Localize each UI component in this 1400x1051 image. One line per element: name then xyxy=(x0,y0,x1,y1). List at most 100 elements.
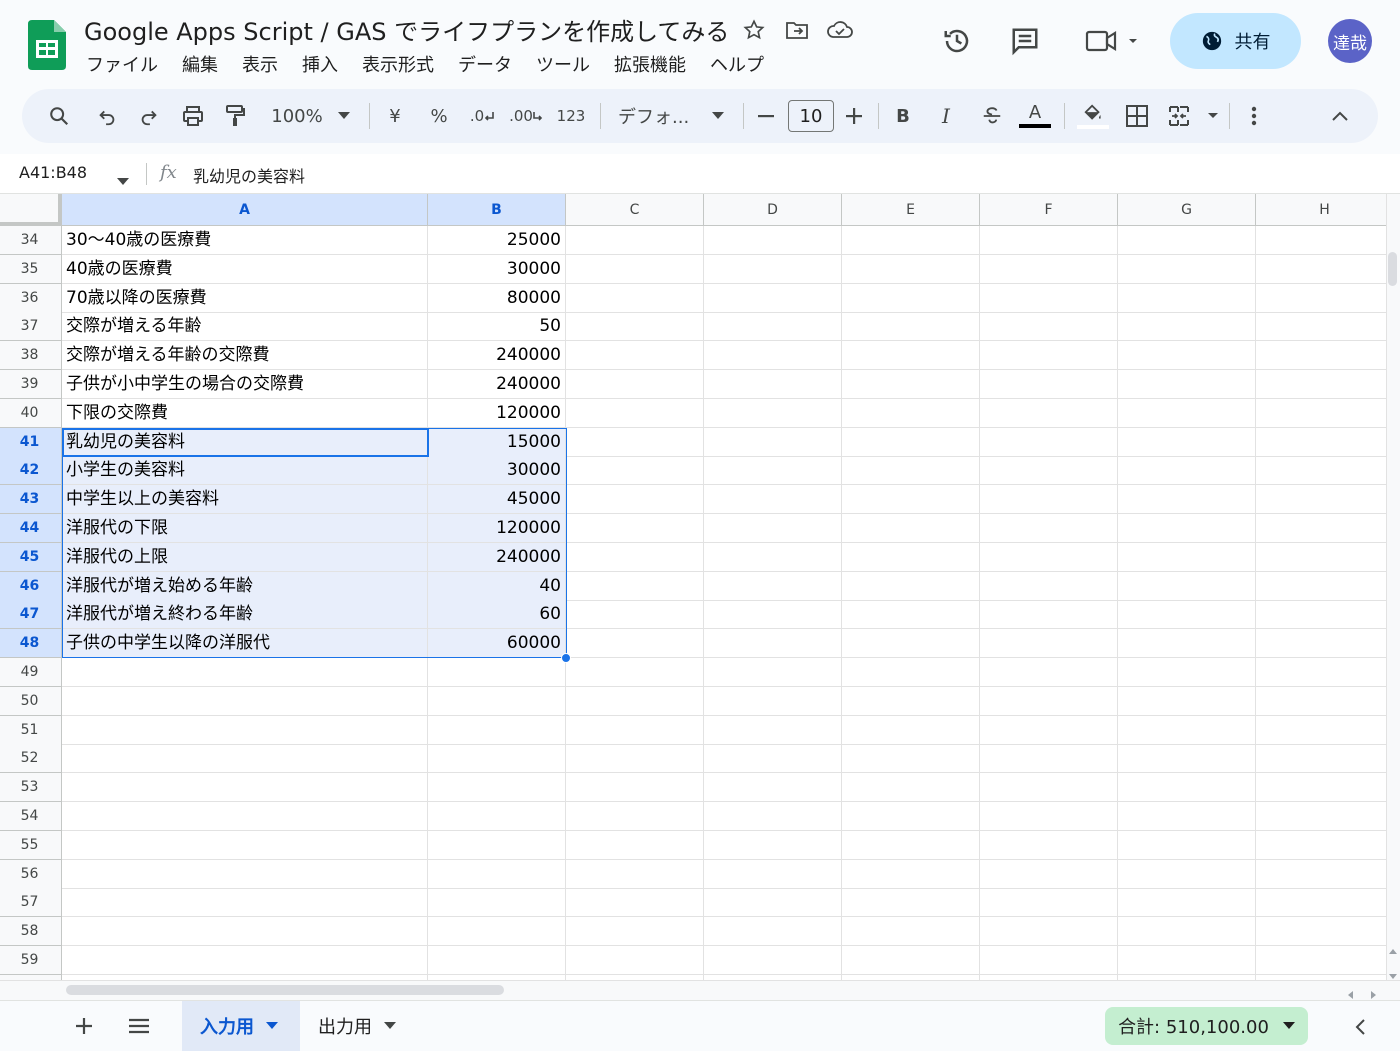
empty-cell[interactable] xyxy=(1256,572,1386,601)
paint-format-icon[interactable] xyxy=(220,89,250,143)
empty-cell[interactable] xyxy=(704,600,842,630)
empty-cell[interactable] xyxy=(1118,600,1256,630)
cell-a[interactable]: 洋服代の上限 xyxy=(62,542,428,572)
empty-cell[interactable] xyxy=(1256,543,1386,572)
empty-cell[interactable] xyxy=(1118,917,1256,947)
empty-cell[interactable] xyxy=(842,341,980,371)
empty-cell[interactable] xyxy=(566,312,704,342)
sheet-tab[interactable]: 入力用 xyxy=(182,1001,300,1051)
empty-cell[interactable] xyxy=(1118,226,1256,255)
cell-b[interactable]: 60000 xyxy=(428,629,566,659)
empty-cell[interactable] xyxy=(1256,514,1386,543)
empty-cell[interactable] xyxy=(980,283,1118,313)
empty-cell[interactable] xyxy=(566,888,704,918)
row-header[interactable]: 36 xyxy=(0,283,62,313)
empty-cell[interactable] xyxy=(980,370,1118,399)
empty-cell[interactable] xyxy=(842,370,980,399)
cell-a[interactable] xyxy=(62,946,428,975)
empty-cell[interactable] xyxy=(704,686,842,716)
empty-cell[interactable] xyxy=(842,542,980,572)
empty-cell[interactable] xyxy=(1118,773,1256,803)
fill-color-icon[interactable] xyxy=(1076,89,1110,143)
cell-b[interactable]: 40 xyxy=(428,571,566,601)
row-header[interactable]: 53 xyxy=(0,773,62,803)
zoom-dropdown-icon[interactable] xyxy=(334,89,354,143)
row-header[interactable]: 35 xyxy=(0,254,62,284)
version-history-icon[interactable] xyxy=(937,21,977,61)
sum-explore-chip[interactable]: 合計: 510,100.00 xyxy=(1105,1007,1308,1045)
empty-cell[interactable] xyxy=(980,744,1118,774)
empty-cell[interactable] xyxy=(704,629,842,659)
row-header[interactable]: 45 xyxy=(0,542,62,572)
empty-cell[interactable] xyxy=(1256,428,1386,457)
empty-cell[interactable] xyxy=(842,859,980,889)
cell-a[interactable]: 洋服代の下限 xyxy=(62,514,428,543)
cell-b[interactable] xyxy=(428,859,566,889)
empty-cell[interactable] xyxy=(704,859,842,889)
empty-cell[interactable] xyxy=(842,571,980,601)
row-header[interactable]: 55 xyxy=(0,830,62,860)
empty-cell[interactable] xyxy=(1256,658,1386,687)
document-title[interactable]: Google Apps Script / GAS でライフプランを作成してみる xyxy=(84,12,729,47)
empty-cell[interactable] xyxy=(566,370,704,399)
cell-a[interactable]: 交際が増える年齢の交際費 xyxy=(62,341,428,371)
column-header-f[interactable]: F xyxy=(980,194,1118,226)
empty-cell[interactable] xyxy=(980,686,1118,716)
empty-cell[interactable] xyxy=(1118,715,1256,745)
cell-b[interactable]: 120000 xyxy=(428,398,566,428)
cell-b[interactable] xyxy=(428,658,566,687)
font-family-select[interactable]: デフォ... xyxy=(618,89,694,143)
empty-cell[interactable] xyxy=(842,744,980,774)
row-header[interactable]: 47 xyxy=(0,600,62,630)
empty-cell[interactable] xyxy=(1118,888,1256,918)
menu-tools[interactable]: ツール xyxy=(524,52,602,80)
horizontal-scrollbar-thumb[interactable] xyxy=(66,985,504,995)
empty-cell[interactable] xyxy=(1256,773,1386,803)
empty-cell[interactable] xyxy=(704,398,842,428)
cell-a[interactable] xyxy=(62,859,428,889)
empty-cell[interactable] xyxy=(980,629,1118,659)
row-header[interactable]: 44 xyxy=(0,514,62,543)
empty-cell[interactable] xyxy=(980,802,1118,831)
empty-cell[interactable] xyxy=(566,283,704,313)
empty-cell[interactable] xyxy=(980,398,1118,428)
cell-a[interactable] xyxy=(62,773,428,803)
empty-cell[interactable] xyxy=(566,542,704,572)
empty-cell[interactable] xyxy=(704,283,842,313)
row-header[interactable]: 52 xyxy=(0,744,62,774)
empty-cell[interactable] xyxy=(1118,485,1256,515)
empty-cell[interactable] xyxy=(1118,744,1256,774)
empty-cell[interactable] xyxy=(566,600,704,630)
empty-cell[interactable] xyxy=(842,514,980,543)
empty-cell[interactable] xyxy=(1256,399,1386,428)
name-box[interactable]: A41:B48 xyxy=(19,163,87,182)
comments-icon[interactable] xyxy=(1005,21,1045,61)
meet-dropdown-icon[interactable] xyxy=(1080,21,1142,61)
empty-cell[interactable] xyxy=(1256,485,1386,515)
empty-cell[interactable] xyxy=(842,254,980,284)
empty-cell[interactable] xyxy=(1256,888,1386,918)
empty-cell[interactable] xyxy=(704,312,842,342)
empty-cell[interactable] xyxy=(842,398,980,428)
star-icon[interactable] xyxy=(740,16,768,44)
empty-cell[interactable] xyxy=(1256,860,1386,889)
empty-cell[interactable] xyxy=(980,946,1118,975)
empty-cell[interactable] xyxy=(566,398,704,428)
empty-cell[interactable] xyxy=(1118,398,1256,428)
cell-b[interactable]: 240000 xyxy=(428,370,566,399)
menu-insert[interactable]: 挿入 xyxy=(290,52,350,80)
search-menus-icon[interactable] xyxy=(44,89,74,143)
empty-cell[interactable] xyxy=(566,802,704,831)
row-header[interactable]: 42 xyxy=(0,456,62,486)
empty-cell[interactable] xyxy=(842,830,980,860)
cell-a[interactable] xyxy=(62,686,428,716)
more-formats-button[interactable]: 123 xyxy=(555,89,587,143)
empty-cell[interactable] xyxy=(566,859,704,889)
empty-cell[interactable] xyxy=(566,226,704,255)
empty-cell[interactable] xyxy=(842,888,980,918)
empty-cell[interactable] xyxy=(1118,830,1256,860)
empty-cell[interactable] xyxy=(1118,946,1256,975)
cell-a[interactable]: 子供の中学生以降の洋服代 xyxy=(62,629,428,659)
cell-b[interactable]: 25000 xyxy=(428,226,566,255)
empty-cell[interactable] xyxy=(842,686,980,716)
